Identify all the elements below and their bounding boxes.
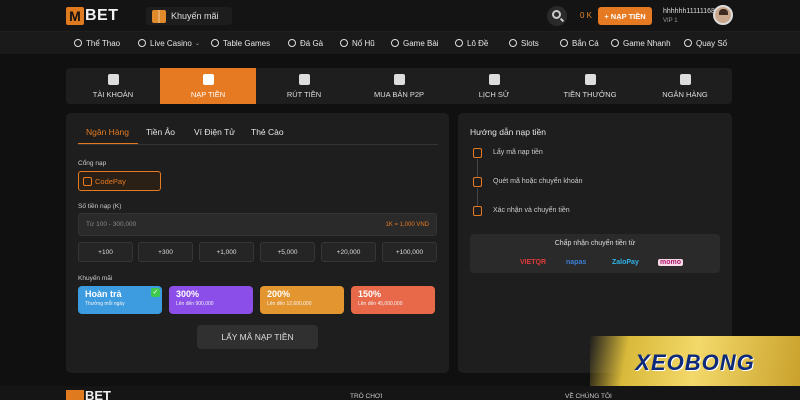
footer-games-heading: TRÒ CHƠI (350, 393, 383, 400)
avatar[interactable] (713, 5, 733, 25)
rooster-icon (288, 39, 296, 47)
amount-label: Số tiền nạp (K) (78, 203, 122, 210)
method-tab-vi-dien-tu[interactable]: Ví Điện Tử (194, 127, 235, 137)
nav-item-the-thao[interactable]: Thể Thao (74, 32, 120, 54)
jackpot-icon (340, 39, 348, 47)
promo-card-150[interactable]: 150% Lên đến 45,000,000 (351, 286, 435, 314)
promotions-label: Khuyến mãi (171, 11, 219, 21)
nav-item-da-ga[interactable]: Đá Gà (288, 32, 323, 54)
tab-lich-su[interactable]: LỊCH SỬ (446, 68, 542, 104)
bank-icon (679, 73, 691, 85)
method-tab-the-cao[interactable]: Thẻ Cào (251, 127, 284, 137)
tab-mua-ban-p2p[interactable]: MUA BÁN P2P (352, 68, 446, 104)
qr-scan-icon (473, 177, 482, 187)
search-button[interactable] (547, 6, 567, 26)
wheel-icon (684, 39, 692, 47)
gateway-codepay[interactable]: CodePay (78, 171, 161, 191)
nav-item-lo-de[interactable]: Lô Đề (455, 32, 488, 54)
active-tab-indicator (78, 143, 138, 144)
tab-nap-tien[interactable]: NẠP TIỀN (160, 68, 256, 104)
watermark-logo: XEOBONG (635, 350, 755, 375)
promo-card-200[interactable]: 200% Lên đến 12,600,000 (260, 286, 344, 314)
quick-amount-button[interactable]: +5,000 (260, 242, 315, 262)
bank-logo-momo: momo (658, 259, 683, 266)
casino-icon (138, 39, 146, 47)
nav-item-slots[interactable]: Slots (509, 32, 539, 54)
user-icon (107, 73, 119, 85)
amount-placeholder: Từ 100 - 300,000 (86, 221, 137, 228)
soccer-icon (74, 39, 82, 47)
exchange-icon (393, 73, 405, 85)
nav-item-no-hu[interactable]: Nổ Hũ (340, 32, 375, 54)
wallet-icon (202, 73, 214, 85)
guide-step: Quét mã hoặc chuyển khoản (493, 178, 583, 185)
slots-icon (509, 39, 517, 47)
bank-logo-napas: napas (566, 259, 587, 266)
logo-text: BET (85, 7, 119, 24)
vip-level: VIP 1 (663, 18, 678, 24)
nav-item-game-bai[interactable]: Game Bài (391, 32, 439, 54)
lightning-icon (611, 39, 619, 47)
bank-logo-vietqr: VIETQR (520, 259, 547, 266)
account-tabs: TÀI KHOẢN NẠP TIỀN RÚT TIỀN MUA BÁN P2P … (66, 68, 732, 104)
tab-rut-tien[interactable]: RÚT TIỀN (256, 68, 352, 104)
nav-item-quay-so[interactable]: Quay Số (684, 32, 727, 54)
tab-tai-khoan[interactable]: TÀI KHOẢN (66, 68, 160, 104)
confirm-icon (473, 206, 482, 216)
withdraw-icon (298, 73, 310, 85)
codepay-icon (83, 177, 92, 186)
amount-input[interactable]: Từ 100 - 300,000 1K = 1,000 VND (78, 213, 437, 236)
promotions-button[interactable]: Khuyến mãi (146, 7, 232, 25)
accepted-methods-title: Chấp nhận chuyển tiền từ (554, 240, 636, 247)
bank-logo-zalopay: ZaloPay (612, 259, 639, 266)
nav-item-game-nhanh[interactable]: Game Nhanh (611, 32, 671, 54)
fish-icon (560, 39, 568, 47)
promo-card-hoan-tra[interactable]: Hoàn trả Thưởng mỗi ngày ✓ (78, 286, 162, 314)
logo-mark: M (66, 7, 84, 25)
table-icon (211, 39, 219, 47)
promo-card-300[interactable]: 300% Lên đến 900,000 (169, 286, 253, 314)
deposit-button[interactable]: + NẠP TIỀN (598, 7, 652, 25)
code-icon (473, 148, 482, 158)
nav-item-table-games[interactable]: Table Games (211, 32, 270, 54)
accepted-methods: Chấp nhận chuyển tiền từ VIETQR napas Za… (470, 234, 720, 273)
get-deposit-code-button[interactable]: LẤY MÃ NẠP TIỀN (197, 325, 318, 349)
cards-icon (391, 39, 399, 47)
divider (78, 144, 438, 145)
top-bar: M BET Khuyến mãi 0 K + NẠP TIỀN hhhhhh11… (0, 0, 800, 32)
guide-step: Lấy mã nạp tiền (493, 149, 543, 156)
deposit-guide-panel: Hướng dẫn nạp tiền Lấy mã nạp tiền Quét … (458, 113, 732, 373)
history-icon (488, 73, 500, 85)
balance: 0 K (580, 11, 593, 20)
amount-rate-note: 1K = 1,000 VND (385, 222, 429, 228)
username[interactable]: hhhhhh11111168 (663, 8, 715, 15)
chevron-down-icon: ⌄ (194, 40, 200, 47)
deposit-panel: Ngân Hàng Tiền Ảo Ví Điện Tử Thẻ Cào Cổn… (66, 113, 449, 373)
main-nav: Thể Thao Live Casino ⌄ Table Games Đá Gà … (0, 32, 800, 54)
quick-amount-button[interactable]: +100,000 (382, 242, 437, 262)
footer-logo: BET (66, 389, 111, 400)
method-tab-ngan-hang[interactable]: Ngân Hàng (86, 127, 129, 137)
logo[interactable]: M BET (66, 7, 119, 25)
quick-amount-button[interactable]: +1,000 (199, 242, 254, 262)
quick-amount-button[interactable]: +20,000 (321, 242, 376, 262)
gift-icon (152, 9, 166, 23)
bonus-icon (584, 73, 596, 85)
footer: BET TRÒ CHƠI VỀ CHÚNG TÔI (0, 386, 800, 400)
method-tab-tien-ao[interactable]: Tiền Ảo (146, 127, 175, 137)
check-icon: ✓ (151, 288, 160, 297)
nav-item-ban-ca[interactable]: Bắn Cá (560, 32, 599, 54)
promo-label: Khuyến mãi (78, 275, 113, 282)
guide-title: Hướng dẫn nạp tiền (470, 127, 547, 137)
nav-item-live-casino[interactable]: Live Casino ⌄ (138, 32, 200, 54)
tab-tien-thuong[interactable]: TIỀN THƯỞNG (542, 68, 638, 104)
lottery-icon (455, 39, 463, 47)
gateway-label: Cổng nạp (78, 160, 107, 167)
guide-step: Xác nhận và chuyển tiền (493, 207, 570, 214)
footer-about-heading: VỀ CHÚNG TÔI (565, 393, 612, 400)
tab-ngan-hang[interactable]: NGÂN HÀNG (638, 68, 732, 104)
quick-amount-button[interactable]: +300 (138, 242, 193, 262)
quick-amount-button[interactable]: +100 (78, 242, 133, 262)
